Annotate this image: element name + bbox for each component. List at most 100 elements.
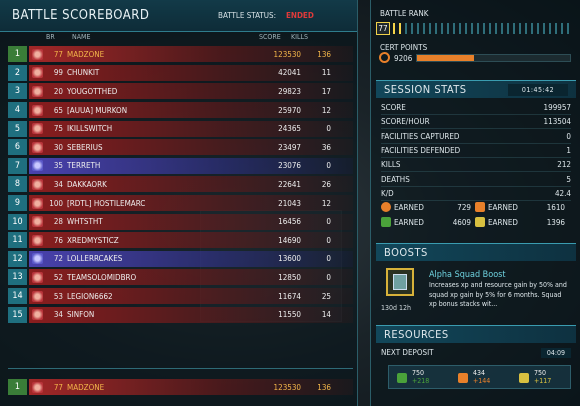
cert-icon bbox=[381, 202, 391, 212]
battle-status-value: ENDED bbox=[286, 11, 314, 20]
resource-value: 434 bbox=[473, 369, 486, 377]
player-name: LEGION6662 bbox=[67, 291, 113, 301]
boost-time-remaining: 130d 12h bbox=[381, 304, 412, 312]
earned-label: EARNED bbox=[394, 217, 424, 227]
col-header-br[interactable]: BR bbox=[46, 33, 55, 45]
player-kills: 136 bbox=[317, 49, 331, 59]
player-kills: 0 bbox=[326, 235, 331, 245]
row-position: 5 bbox=[8, 120, 27, 137]
table-row[interactable]: 14 53 LEGION6662 11674 25 bbox=[8, 287, 353, 306]
resource-value: 750 bbox=[412, 369, 425, 377]
cert-progress-fill bbox=[417, 55, 474, 61]
col-header-name[interactable]: NAME bbox=[72, 33, 90, 45]
faction-icon bbox=[32, 48, 43, 60]
self-kills: 136 bbox=[317, 382, 331, 392]
table-row[interactable]: 5 75 IKILLSWITCH 24365 0 bbox=[8, 119, 353, 138]
player-battle-rank: 52 bbox=[53, 272, 63, 282]
table-row[interactable]: 12 72 LOLLERRCAKES 13600 0 bbox=[8, 250, 353, 269]
earned-item: EARNED 1396 bbox=[475, 217, 565, 227]
earned-item: EARNED 4609 bbox=[381, 217, 471, 227]
table-row[interactable]: 8 34 DAKKAORK 22641 26 bbox=[8, 175, 353, 194]
row-position: 4 bbox=[8, 102, 27, 119]
battle-status-label: BATTLE STATUS: bbox=[218, 11, 277, 20]
stat-value: 113504 bbox=[543, 117, 571, 127]
earned-item: EARNED 729 bbox=[381, 202, 471, 212]
stat-row: KILLS 212 bbox=[381, 158, 571, 173]
faction-icon bbox=[32, 216, 43, 228]
cert-icon bbox=[379, 52, 390, 63]
resource-item: 434 +144 bbox=[458, 369, 508, 387]
stat-value: 42.4 bbox=[554, 188, 571, 198]
table-row[interactable]: 3 20 YOUGOTTHED 29823 17 bbox=[8, 82, 353, 101]
player-battle-rank: 77 bbox=[53, 49, 63, 59]
faction-icon bbox=[32, 67, 43, 79]
player-battle-rank: 35 bbox=[53, 161, 63, 171]
stats-panel: BATTLE RANK 77 CERT POINTS 9206 SESSION … bbox=[370, 0, 580, 406]
stat-value: 5 bbox=[566, 174, 571, 184]
table-row[interactable]: 15 34 SINFON 11550 14 bbox=[8, 305, 353, 324]
row-position: 13 bbox=[8, 269, 27, 286]
table-row[interactable]: 2 99 CHUNKIT 42041 11 bbox=[8, 64, 353, 83]
player-battle-rank: 53 bbox=[53, 291, 63, 301]
player-battle-rank: 20 bbox=[53, 86, 63, 96]
next-deposit: NEXT DEPOSIT 04:09 bbox=[381, 348, 571, 358]
table-row[interactable]: 7 35 TERRETH 23076 0 bbox=[8, 157, 353, 176]
player-score: 14690 bbox=[278, 235, 301, 245]
player-kills: 14 bbox=[321, 310, 331, 320]
faction-icon bbox=[32, 290, 43, 302]
earned-value: 1610 bbox=[546, 202, 565, 212]
player-name: SEBERIUS bbox=[67, 142, 103, 152]
player-name: [RDTL] HOSTILEMARC bbox=[67, 198, 146, 208]
resource-item: 750 +117 bbox=[519, 369, 569, 387]
scoreboard-title: BATTLE SCOREBOARD bbox=[12, 8, 150, 23]
player-name: TEAMSOLOMIDBRO bbox=[67, 272, 137, 282]
player-kills: 12 bbox=[321, 105, 331, 115]
table-row[interactable]: 13 52 TEAMSOLOMIDBRO 12850 0 bbox=[8, 268, 353, 287]
row-position: 9 bbox=[8, 195, 27, 212]
table-row[interactable]: 11 76 XREDMYSTICZ 14690 0 bbox=[8, 231, 353, 250]
player-kills: 12 bbox=[321, 198, 331, 208]
session-stats-header: SESSION STATS 01:45:42 bbox=[376, 80, 576, 98]
col-header-kills[interactable]: KILLS bbox=[291, 33, 308, 45]
player-name: SINFON bbox=[67, 310, 95, 320]
table-row[interactable]: 10 28 WHTSTHT 16456 0 bbox=[8, 212, 353, 231]
faction-icon bbox=[32, 309, 43, 321]
self-battle-rank: 77 bbox=[53, 382, 63, 392]
infantry-resource-icon bbox=[397, 373, 407, 383]
row-position: 3 bbox=[8, 83, 27, 100]
player-score: 123530 bbox=[273, 49, 301, 59]
table-row[interactable]: 1 77 MADZONE 123530 136 bbox=[8, 45, 353, 64]
player-name: TERRETH bbox=[67, 161, 101, 171]
cert-points-value: 9206 bbox=[394, 54, 413, 63]
col-header-score[interactable]: SCORE bbox=[259, 33, 281, 45]
battle-rank-label: BATTLE RANK bbox=[380, 9, 429, 18]
next-deposit-time: 04:09 bbox=[540, 348, 571, 358]
table-row[interactable]: 9 100 [RDTL] HOSTILEMARC 21043 12 bbox=[8, 194, 353, 213]
stat-label: SCORE/HOUR bbox=[381, 117, 430, 127]
resources-title: RESOURCES bbox=[384, 328, 449, 341]
battle-rank-bar bbox=[393, 23, 573, 34]
player-battle-rank: 72 bbox=[53, 254, 63, 264]
row-position: 8 bbox=[8, 176, 27, 193]
stat-row: SCORE/HOUR 113504 bbox=[381, 115, 571, 130]
row-position: 2 bbox=[8, 64, 27, 81]
resource-item: 750 +218 bbox=[397, 369, 447, 387]
row-position: 11 bbox=[8, 232, 27, 249]
player-battle-rank: 76 bbox=[53, 235, 63, 245]
row-position: 15 bbox=[8, 306, 27, 323]
stat-row: K/D 42.4 bbox=[381, 187, 571, 201]
player-kills: 0 bbox=[326, 254, 331, 264]
player-battle-rank: 34 bbox=[53, 179, 63, 189]
self-row[interactable]: 1 77 MADZONE 123530 136 bbox=[8, 378, 353, 397]
boost-card[interactable]: 130d 12h Alpha Squad Boost Increases xp … bbox=[381, 268, 571, 318]
stat-value: 1 bbox=[566, 145, 571, 155]
table-row[interactable]: 6 30 SEBERIUS 23497 36 bbox=[8, 138, 353, 157]
player-kills: 11 bbox=[321, 68, 331, 78]
row-position: 10 bbox=[8, 213, 27, 230]
table-row[interactable]: 4 65 [AUUA] MURKON 25970 12 bbox=[8, 101, 353, 120]
resource-delta: +144 bbox=[473, 377, 491, 385]
player-score: 42041 bbox=[278, 68, 301, 78]
resource-green-icon bbox=[381, 217, 391, 227]
earned-value: 729 bbox=[457, 202, 471, 212]
faction-icon bbox=[32, 123, 43, 135]
